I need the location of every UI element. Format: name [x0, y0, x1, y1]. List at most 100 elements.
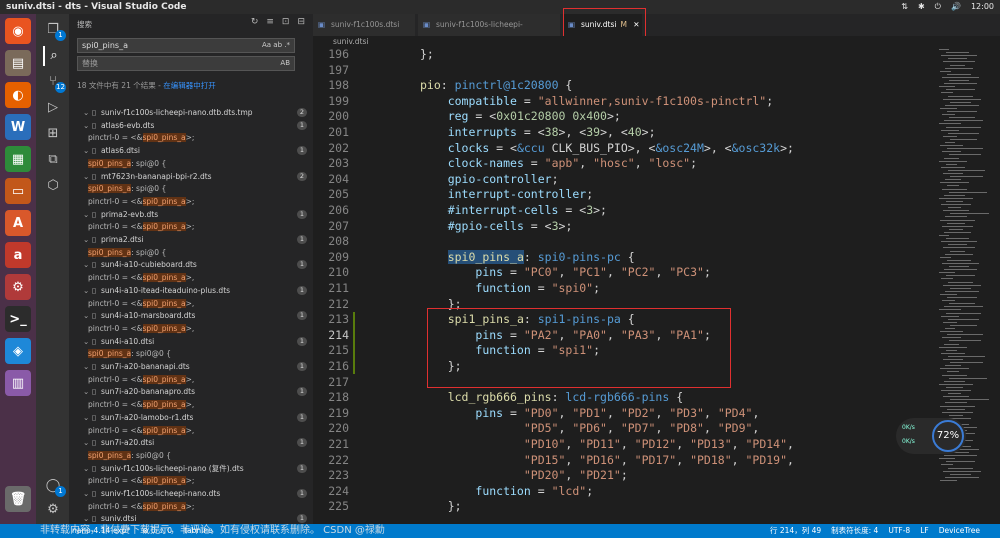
code-line[interactable]: function = "lcd"; [420, 484, 593, 498]
firefox-icon[interactable]: ◐ [5, 82, 31, 108]
result-match-row[interactable]: pinctrl-0 = <&spi0_pins_a>, [69, 398, 313, 411]
cursor-position[interactable]: 行 214，列 49 [770, 524, 821, 538]
bluetooth-icon[interactable]: ✱ [918, 0, 925, 14]
result-match-row[interactable]: pinctrl-0 = <&spi0_pins_a>; [69, 195, 313, 208]
code-line[interactable]: }; [420, 499, 462, 513]
vscode-icon[interactable]: ◈ [5, 338, 31, 364]
chevron-down-icon[interactable]: ⌄ [83, 360, 92, 373]
chevron-down-icon[interactable]: ⌄ [83, 309, 92, 322]
result-file-row[interactable]: ⌄ ▯ suniv-f1c100s-licheepi-nano.dts 1 [69, 487, 313, 500]
result-file-row[interactable]: ⌄ ▯ sun7i-a20-bananapi.dts 1 [69, 360, 313, 373]
clock[interactable]: 12:00 [971, 0, 994, 14]
result-match-row[interactable]: pinctrl-0 = <&spi0_pins_a>, [69, 424, 313, 437]
replace-input[interactable]: 替换 AB [77, 56, 295, 71]
result-file-row[interactable]: ⌄ ▯ sun4i-a10-cubieboard.dts 1 [69, 258, 313, 271]
chevron-down-icon[interactable]: ⌄ [83, 462, 92, 475]
trash-icon[interactable]: 🗑 [5, 486, 31, 512]
collapse-all-icon[interactable]: ⊟ [297, 17, 305, 27]
chevron-down-icon[interactable]: ⌄ [83, 436, 92, 449]
chevron-down-icon[interactable]: ⌄ [83, 144, 92, 157]
writer-icon[interactable]: W [5, 114, 31, 140]
code-line[interactable]: "PD15", "PD16", "PD17", "PD18", "PD19", [420, 453, 794, 467]
volume-icon[interactable]: 🔊 [951, 0, 961, 14]
result-match-row[interactable]: spi0_pins_a: spi0@0 { [69, 347, 313, 360]
code-line[interactable]: "PD5", "PD6", "PD7", "PD8", "PD9", [420, 421, 760, 435]
result-file-row[interactable]: ⌄ ▯ sun4i-a10-marsboard.dts 1 [69, 309, 313, 322]
result-match-row[interactable]: spi0_pins_a: spi@0 { [69, 157, 313, 170]
code-line[interactable]: clock-names = "apb", "hosc", "losc"; [420, 156, 697, 170]
replace-options[interactable]: AB [280, 57, 290, 70]
code-line[interactable]: interrupt-controller; [420, 187, 593, 201]
code-line[interactable]: #interrupt-cells = <3>; [420, 203, 607, 217]
code-line[interactable]: reg = <0x01c20800 0x400>; [420, 109, 621, 123]
result-match-row[interactable]: pinctrl-0 = <&spi0_pins_a>; [69, 474, 313, 487]
code-line[interactable]: pio: pinctrl@1c20800 { [420, 78, 572, 92]
result-file-row[interactable]: ⌄ ▯ sun7i-a20-lamobo-r1.dts 1 [69, 411, 313, 424]
tab-size[interactable]: 制表符长度: 4 [831, 524, 878, 538]
terminal-icon[interactable]: >_ [5, 306, 31, 332]
code-line[interactable]: clocks = <&ccu CLK_BUS_PIO>, <&osc24M>, … [420, 141, 794, 155]
code-line[interactable]: "PD20", "PD21"; [420, 468, 628, 482]
result-file-row[interactable]: ⌄ ▯ sun4i-a10.dtsi 1 [69, 335, 313, 348]
chevron-down-icon[interactable]: ⌄ [83, 284, 92, 297]
result-file-row[interactable]: ⌄ ▯ atlas6.dtsi 1 [69, 144, 313, 157]
software-center-icon[interactable]: A [5, 210, 31, 236]
chevron-down-icon[interactable]: ⌄ [83, 119, 92, 132]
language-mode[interactable]: DeviceTree [939, 524, 980, 538]
result-match-row[interactable]: spi0_pins_a: spi@0 { [69, 246, 313, 259]
result-file-row[interactable]: ⌄ ▯ atlas6-evb.dts 1 [69, 119, 313, 132]
result-match-row[interactable]: pinctrl-0 = <&spi0_pins_a>; [69, 131, 313, 144]
chevron-down-icon[interactable]: ⌄ [83, 106, 92, 119]
settings-icon[interactable]: ⚙ [5, 274, 31, 300]
chevron-down-icon[interactable]: ⌄ [83, 385, 92, 398]
code-line[interactable]: lcd_rgb666_pins: lcd-rgb666-pins { [420, 390, 683, 404]
extensions-icon[interactable]: ⊞ [43, 124, 63, 144]
manage-gear-icon[interactable]: ⚙ [43, 500, 63, 520]
result-file-row[interactable]: ⌄ ▯ prima2.dtsi 1 [69, 233, 313, 246]
result-file-row[interactable]: ⌄ ▯ sun7i-a20.dtsi 1 [69, 436, 313, 449]
run-debug-icon[interactable]: ▷ [43, 98, 63, 118]
code-line[interactable]: function = "spi0"; [420, 281, 600, 295]
code-line[interactable]: spi0_pins_a: spi0-pins-pc { [420, 249, 635, 264]
workspace-icon[interactable]: ▥ [5, 370, 31, 396]
result-match-row[interactable]: spi0_pins_a: spi@0 { [69, 182, 313, 195]
encoding[interactable]: UTF-8 [888, 524, 910, 538]
remote-explorer-icon[interactable]: ⧉ [43, 150, 63, 170]
result-file-row[interactable]: ⌄ ▯ sun4i-a10-itead-iteaduino-plus.dts 1 [69, 284, 313, 297]
result-match-row[interactable]: pinctrl-0 = <&spi0_pins_a>, [69, 297, 313, 310]
power-icon[interactable]: ⏻ [935, 0, 941, 14]
refresh-icon[interactable]: ↻ [251, 17, 259, 27]
result-file-row[interactable]: ⌄ ▯ suniv-f1c100s-licheepi-nano.dtb.dts.tm… [69, 106, 313, 119]
chevron-down-icon[interactable]: ⌄ [83, 512, 92, 524]
open-in-editor-link[interactable]: 在编辑器中打开 [163, 81, 216, 90]
chevron-down-icon[interactable]: ⌄ [83, 411, 92, 424]
chevron-down-icon[interactable]: ⌄ [83, 233, 92, 246]
result-match-row[interactable]: pinctrl-0 = <&spi0_pins_a>, [69, 271, 313, 284]
clear-results-icon[interactable]: ≡ [266, 17, 274, 27]
chevron-down-icon[interactable]: ⌄ [83, 258, 92, 271]
files-icon[interactable]: ▤ [5, 50, 31, 76]
code-line[interactable]: pins = "PD0", "PD1", "PD2", "PD3", "PD4"… [420, 406, 759, 420]
result-match-row[interactable]: pinctrl-0 = <&spi0_pins_a>, [69, 373, 313, 386]
search-icon[interactable]: ⌕ [43, 46, 63, 66]
code-editor[interactable]: 196}; 197 198 pio: pinctrl@1c20800 {199 com… [313, 47, 933, 524]
result-match-row[interactable]: pinctrl-0 = <&spi0_pins_a>, [69, 322, 313, 335]
chevron-down-icon[interactable]: ⌄ [83, 335, 92, 348]
code-line[interactable]: "PD10", "PD11", "PD12", "PD13", "PD14", [420, 437, 794, 451]
network-icon[interactable]: ⇅ [901, 0, 908, 14]
editor-tab[interactable]: ▣ suniv-f1c100s.dtsi [313, 14, 416, 36]
result-file-row[interactable]: ⌄ ▯ mt7623n-bananapi-bpi-r2.dts 2 [69, 170, 313, 183]
breadcrumb-file[interactable]: suniv.dtsi [333, 37, 368, 46]
chevron-down-icon[interactable]: ⌄ [83, 208, 92, 221]
new-search-editor-icon[interactable]: ⊡ [282, 17, 290, 27]
ubuntu-dash-icon[interactable]: ◉ [5, 18, 31, 44]
impress-icon[interactable]: ▭ [5, 178, 31, 204]
amazon-icon[interactable]: a [5, 242, 31, 268]
line-ending[interactable]: LF [920, 524, 929, 538]
chevron-down-icon[interactable]: ⌄ [83, 170, 92, 183]
calc-icon[interactable]: ▦ [5, 146, 31, 172]
result-match-row[interactable]: pinctrl-0 = <&spi0_pins_a>; [69, 500, 313, 513]
editor-tab[interactable]: ▣suniv-f1c100s-licheepi-nano.dtsM [418, 14, 561, 51]
result-match-row[interactable]: spi0_pins_a: spi0@0 { [69, 449, 313, 462]
code-line[interactable]: compatible = "allwinner,suniv-f1c100s-pi… [420, 94, 773, 108]
